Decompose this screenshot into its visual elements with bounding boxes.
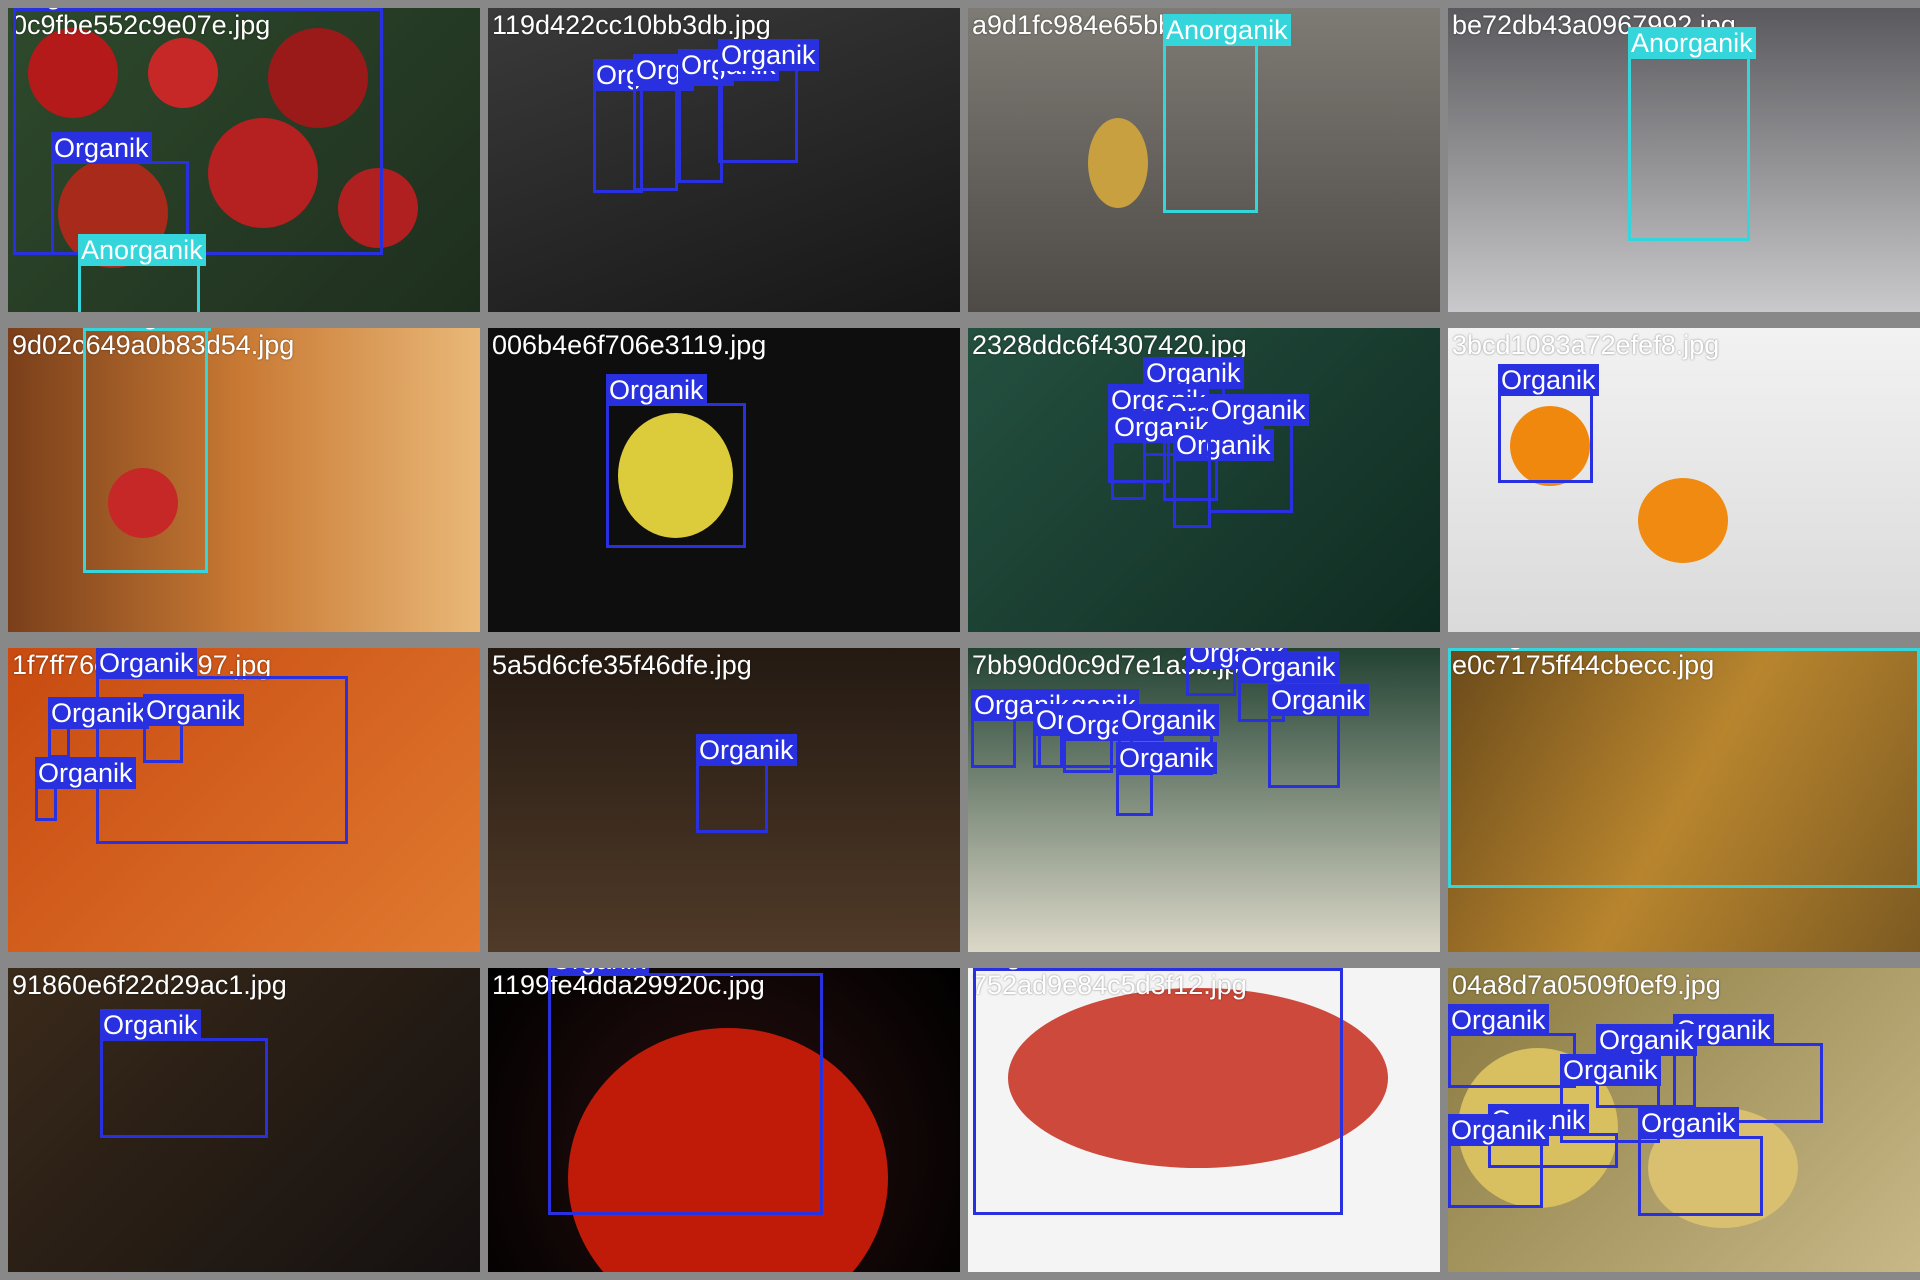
organik-detection-box: Organik: [143, 694, 244, 763]
anorganik-detection-box: Anorganik: [78, 234, 206, 312]
anorganik-detection-box: Anorganik: [1628, 27, 1756, 241]
image-filename: 119d422cc10bb3db.jpg: [492, 10, 771, 40]
organik-detection-box: Organik: [548, 968, 823, 1215]
scene-shape: [1638, 478, 1728, 563]
detection-label: Organik: [1118, 704, 1219, 736]
image-tile: 04a8d7a0509f0ef9.jpg Organik Organik Organi…: [1448, 968, 1920, 1272]
image-tile: be72db43a0967992.jpg Anorganik: [1448, 8, 1920, 312]
organik-detection-box: Organik: [606, 374, 746, 548]
organik-detection-box: Organik: [973, 968, 1343, 1215]
organik-detection-box: Organik: [1448, 1004, 1576, 1088]
detection-label: Organik: [1498, 364, 1599, 396]
image-tile: 91860e6f22d29ac1.jpg Organik: [8, 968, 480, 1272]
detection-label: Organik: [1238, 651, 1339, 683]
detection-label: Organik: [1116, 742, 1217, 774]
organik-detection-box: Organik: [1186, 648, 1287, 696]
image-filename: 006b4e6f706e3119.jpg: [492, 330, 767, 360]
image-tile: 2328ddc6f4307420.jpg Organik Organik Organi…: [968, 328, 1440, 632]
image-tile: 119d422cc10bb3db.jpgOrganikOrganikOrgani…: [488, 8, 960, 312]
image-tile: e0c7175ff44cbecc.jpgAnorganik: [1448, 648, 1920, 952]
detection-label: Organik: [718, 39, 819, 71]
image-tile: 006b4e6f706e3119.jpg Organik: [488, 328, 960, 632]
detection-label: Organik: [13, 8, 114, 11]
image-tile: 3bcd1083a72efef8.jpg Organik: [1448, 328, 1920, 632]
detection-label: Organik: [48, 697, 149, 729]
detection-label: Organik: [1560, 1054, 1661, 1086]
image-filename: 91860e6f22d29ac1.jpg: [12, 970, 287, 1000]
organik-detection-box: Organik: [971, 689, 1072, 768]
detection-label: Anorganik: [83, 328, 211, 331]
organik-detection-box: Organik: [1111, 411, 1212, 500]
organik-detection-box: Organik: [1638, 1107, 1763, 1216]
anorganik-detection-box: Anorganik: [1448, 648, 1920, 888]
detection-label: Anorganik: [1628, 27, 1756, 59]
organik-detection-box: Organik: [696, 734, 797, 833]
organik-detection-box: Organik: [1063, 709, 1164, 773]
image-filename: 04a8d7a0509f0ef9.jpg: [1452, 970, 1721, 1000]
detection-label: Organik: [96, 648, 197, 679]
detection-label: Anorganik: [1448, 648, 1576, 651]
image-filename: 5a5d6cfe35f46dfe.jpg: [492, 650, 752, 680]
detection-label: Anorganik: [1163, 14, 1291, 46]
organik-detection-box: Organik: [35, 757, 136, 821]
detection-label: Organik: [1448, 1114, 1549, 1146]
organik-detection-box: Organik: [1208, 394, 1309, 513]
detection-label: Organik: [1596, 1024, 1697, 1056]
image-tile: 5a5d6cfe35f46dfe.jpg Organik: [488, 648, 960, 952]
image-filename: 3bcd1083a72efef8.jpg: [1452, 330, 1720, 360]
detection-label: Organik: [100, 1009, 201, 1041]
organik-detection-box: Organik: [1173, 429, 1274, 528]
organik-detection-box: Organik: [1498, 364, 1599, 483]
image-tile: 7bb90d0c9d7e1a3b.jpg Organik Organik Organi…: [968, 648, 1440, 952]
mosaic-grid: 0c9fbe552c9e07e.jpgOrganikOrganikAnorgan…: [0, 0, 1920, 1280]
detection-label: Organik: [143, 694, 244, 726]
detection-label: Organik: [1268, 684, 1369, 716]
detection-label: Organik: [696, 734, 797, 766]
detection-label: Organik: [606, 374, 707, 406]
detection-label: Organik: [973, 968, 1074, 971]
image-tile: 1f7ff76e0bd5c997.jpgOrganikOrganikOrgani…: [8, 648, 480, 952]
organik-detection-box: Organik: [1116, 742, 1217, 816]
organik-detection-box: Organik: [678, 49, 779, 183]
anorganik-detection-box: Anorganik: [1163, 14, 1291, 213]
image-tile: 9d02c649a0b83d54.jpgAnorganik: [8, 328, 480, 632]
detection-label: Organik: [1638, 1107, 1739, 1139]
organik-detection-box: Organik: [100, 1009, 268, 1138]
anorganik-detection-box: Anorganik: [83, 328, 211, 573]
organik-detection-box: Organik: [1033, 704, 1134, 768]
image-tile: 752ad9e84c5d3f12.jpgOrganik: [968, 968, 1440, 1272]
organik-detection-box: Organik: [1448, 1114, 1549, 1208]
organik-detection-box: Organik: [1268, 684, 1369, 788]
organik-detection-box: Organik: [718, 39, 819, 163]
organik-detection-box: Organik: [48, 697, 149, 758]
image-tile: 0c9fbe552c9e07e.jpgOrganikOrganikAnorgan…: [8, 8, 480, 312]
detection-label: Anorganik: [78, 234, 206, 266]
image-tile: 1199fe4dda29920c.jpgOrganik: [488, 968, 960, 1272]
image-tile: a9d1fc984e65bbe5.jpg Anorganik: [968, 8, 1440, 312]
detection-label: Organik: [1448, 1004, 1549, 1036]
detection-label: Organik: [35, 757, 136, 789]
detection-label: Organik: [51, 132, 152, 164]
organik-detection-box: Organik: [633, 54, 734, 191]
detection-label: Organik: [548, 968, 649, 976]
scene-shape: [1088, 118, 1148, 208]
detection-label: Organik: [1208, 394, 1309, 426]
